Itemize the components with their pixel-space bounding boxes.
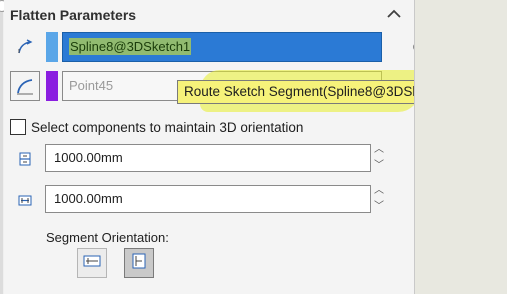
vertical-orientation-icon: [130, 252, 148, 275]
maintain-orientation-row[interactable]: Select components to maintain 3D orienta…: [10, 117, 303, 137]
vertical-dimension-icon: [10, 144, 40, 174]
panel-title: Flatten Parameters: [10, 7, 137, 23]
point-selection-value: Point45: [69, 78, 114, 93]
maintain-orientation-label: Select components to maintain 3D orienta…: [31, 119, 304, 135]
horizontal-orientation-button[interactable]: [77, 248, 107, 278]
point-color-swatch: [46, 71, 58, 101]
spin-down-icon[interactable]: ﹀: [374, 160, 384, 172]
maintain-orientation-checkbox[interactable]: [10, 119, 26, 135]
route-segment-icon: [10, 32, 40, 62]
property-manager: Flatten Parameters Spline8@3DSketch1 Poi…: [0, 0, 507, 294]
panel-header[interactable]: Flatten Parameters: [4, 0, 414, 30]
first-dimension-input[interactable]: 1000.00mm: [45, 144, 371, 172]
chevron-up-icon[interactable]: [384, 6, 404, 22]
vertical-orientation-button[interactable]: [124, 248, 154, 278]
graphics-area[interactable]: [414, 0, 507, 294]
second-dimension-spinner[interactable]: ︿ ﹀: [371, 185, 387, 213]
horizontal-orientation-icon: [82, 253, 102, 274]
horizontal-dimension-icon: [10, 185, 40, 215]
spin-down-icon[interactable]: ﹀: [374, 201, 384, 213]
spin-up-icon[interactable]: ︿: [374, 185, 384, 197]
segment-color-swatch: [46, 32, 58, 62]
segment-orientation-label: Segment Orientation:: [46, 230, 169, 245]
first-dimension-spinner[interactable]: ︿ ﹀: [371, 144, 387, 172]
segment-selection-box[interactable]: Spline8@3DSketch1: [62, 32, 382, 62]
second-dimension-input[interactable]: 1000.00mm: [45, 185, 371, 213]
curve-point-icon[interactable]: [10, 71, 40, 101]
spin-up-icon[interactable]: ︿: [374, 144, 384, 156]
segment-selection-value: Spline8@3DSketch1: [69, 38, 192, 55]
panel-left-edge: [0, 0, 3, 294]
flatten-parameters-panel: Flatten Parameters Spline8@3DSketch1 Poi…: [4, 0, 464, 294]
